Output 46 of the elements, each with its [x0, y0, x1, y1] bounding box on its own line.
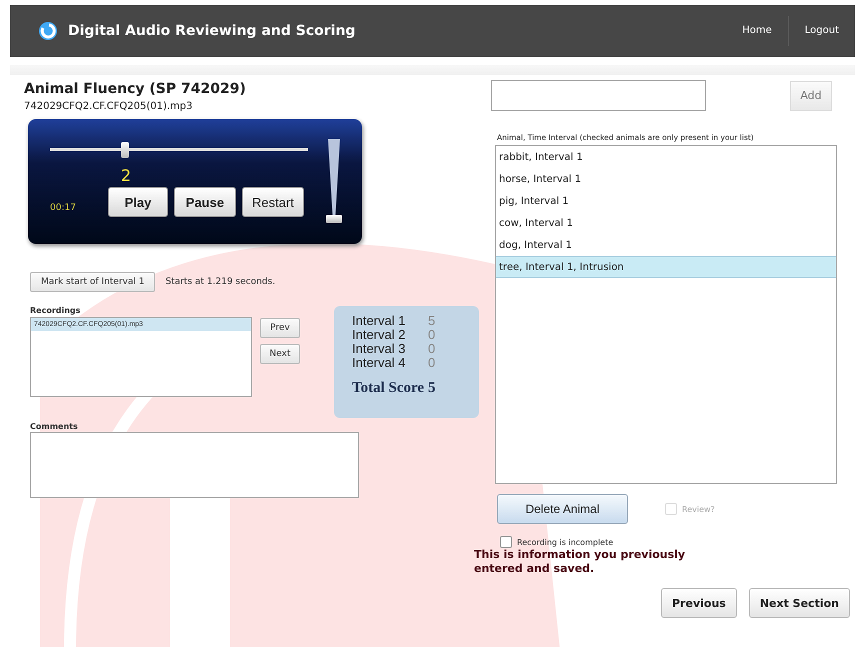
player-button[interactable]: Restart [242, 187, 304, 217]
mark-interval-button[interactable]: Mark start of Interval 1 [30, 272, 156, 292]
incomplete-label: Recording is incomplete [517, 538, 614, 546]
nav-link[interactable]: Home [726, 16, 788, 46]
section-title: Animal Fluency (SP 742029) [24, 81, 247, 97]
interval-label: Interval 2 [352, 328, 406, 342]
animal-item[interactable]: dog, Interval 1 [496, 234, 836, 256]
animal-input-field[interactable] [491, 80, 706, 111]
delete-animal-button[interactable]: Delete Animal [497, 494, 628, 524]
animal-item[interactable]: cow, Interval 1 [496, 212, 836, 234]
animal-item[interactable]: rabbit, Interval 1 [496, 146, 836, 168]
total-score-value: 5 [428, 380, 436, 397]
app-title: Digital Audio Reviewing and Scoring [68, 23, 356, 39]
interval-score: 0 [428, 356, 436, 370]
interval-score: 0 [428, 342, 436, 356]
interval-label: Interval 1 [352, 314, 406, 328]
file-name: 742029CFQ2.CF.CFQ205(01).mp3 [24, 101, 194, 112]
animal-item[interactable]: tree, Interval 1, Intrusion [496, 256, 836, 278]
player-button[interactable]: Play [108, 187, 168, 217]
nav-link[interactable]: Logout [788, 16, 855, 46]
recording-nav-button[interactable]: Prev [260, 318, 300, 338]
comments-field[interactable] [30, 432, 359, 498]
footer-nav-button[interactable]: Next Section [748, 588, 850, 618]
interval-label: Interval 3 [352, 342, 406, 356]
footer-nav-button[interactable]: Previous [661, 588, 737, 618]
saved-info-message: This is information you previously entered and saved. [474, 548, 686, 576]
volume-slider[interactable] [326, 139, 342, 223]
comments-label: Comments [30, 422, 79, 431]
recording-nav-button[interactable]: Next [260, 344, 300, 364]
animal-item[interactable]: horse, Interval 1 [496, 168, 836, 190]
interval-score: 5 [428, 314, 436, 328]
player-button[interactable]: Pause [174, 187, 236, 217]
recordings-label: Recordings [30, 306, 82, 315]
review-label: Review? [682, 504, 715, 514]
slider-thumb[interactable] [120, 142, 129, 158]
interval-label: Interval 4 [352, 356, 406, 370]
interval-start-note: Starts at 1.219 seconds. [165, 277, 276, 287]
elapsed-time: 00:17 [50, 203, 76, 213]
logo-icon [38, 21, 58, 41]
position-value: 2 [120, 166, 132, 185]
incomplete-checkbox[interactable] [500, 536, 512, 548]
volume-thumb[interactable] [326, 215, 342, 223]
animal-item[interactable]: pig, Interval 1 [496, 190, 836, 212]
total-score-label: Total Score [352, 380, 426, 397]
interval-score: 0 [428, 328, 436, 342]
add-button[interactable]: Add [790, 80, 832, 110]
